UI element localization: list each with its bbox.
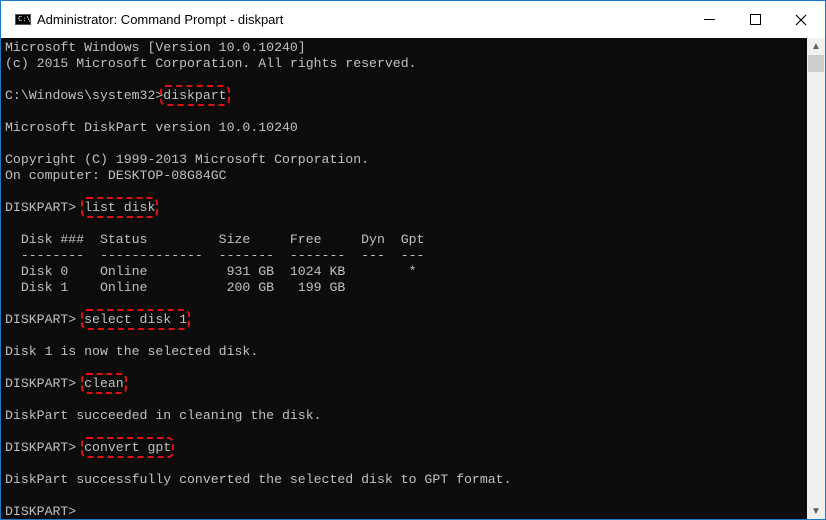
- cmd-icon: C:\: [15, 14, 31, 25]
- command-list-disk: list disk: [81, 197, 159, 218]
- cmd-icon-label: C:\: [18, 15, 31, 23]
- command-prompt-window: C:\ Administrator: Command Prompt - disk…: [0, 0, 826, 520]
- close-button[interactable]: [778, 1, 824, 38]
- window-title: Administrator: Command Prompt - diskpart: [37, 12, 284, 27]
- console-line: (c) 2015 Microsoft Corporation. All righ…: [5, 56, 417, 71]
- table-header: Disk ### Status Size Free Dyn Gpt: [5, 232, 425, 247]
- console-line: DISKPART> clean: [5, 373, 127, 394]
- maximize-button[interactable]: [732, 1, 778, 38]
- prompt: DISKPART>: [5, 440, 85, 455]
- console-output[interactable]: Microsoft Windows [Version 10.0.10240] (…: [1, 38, 807, 519]
- console-line: DISKPART> select disk 1: [5, 309, 191, 330]
- current-prompt[interactable]: DISKPART>: [5, 504, 76, 519]
- chevron-up-icon: ▲: [811, 40, 821, 52]
- scrollbar-thumb[interactable]: [808, 55, 824, 72]
- scroll-down-button[interactable]: ▼: [807, 503, 825, 519]
- title-bar[interactable]: C:\ Administrator: Command Prompt - disk…: [1, 1, 825, 38]
- command-clean: clean: [81, 373, 127, 394]
- chevron-down-icon: ▼: [811, 505, 821, 517]
- scroll-up-button[interactable]: ▲: [807, 38, 825, 54]
- close-icon: [795, 14, 807, 25]
- console-line: On computer: DESKTOP-08G84GC: [5, 168, 227, 183]
- maximize-icon: [749, 14, 761, 25]
- console-line: DiskPart succeeded in cleaning the disk.: [5, 408, 322, 423]
- vertical-scrollbar[interactable]: ▲ ▼: [807, 38, 825, 519]
- console-line: C:\Windows\system32>diskpart: [5, 85, 230, 106]
- table-row: Disk 0 Online 931 GB 1024 KB *: [5, 264, 417, 279]
- command-select-disk: select disk 1: [81, 309, 191, 330]
- prompt: C:\Windows\system32>: [5, 88, 164, 103]
- minimize-button[interactable]: [686, 1, 732, 38]
- console-line: Microsoft Windows [Version 10.0.10240]: [5, 40, 306, 55]
- console-line: DISKPART> list disk: [5, 197, 159, 218]
- console-line: Microsoft DiskPart version 10.0.10240: [5, 120, 298, 135]
- table-row: Disk 1 Online 200 GB 199 GB: [5, 280, 346, 295]
- minimize-icon: [703, 19, 715, 20]
- prompt: DISKPART>: [5, 312, 85, 327]
- command-diskpart: diskpart: [160, 85, 230, 106]
- console-line: Copyright (C) 1999-2013 Microsoft Corpor…: [5, 152, 370, 167]
- console-line: DiskPart successfully converted the sele…: [5, 472, 512, 487]
- table-separator: -------- ------------- ------- ------- -…: [5, 248, 425, 263]
- prompt: DISKPART>: [5, 200, 85, 215]
- prompt: DISKPART>: [5, 376, 85, 391]
- console-line: Disk 1 is now the selected disk.: [5, 344, 259, 359]
- command-convert-gpt: convert gpt: [81, 437, 175, 458]
- console-line: DISKPART> convert gpt: [5, 437, 175, 458]
